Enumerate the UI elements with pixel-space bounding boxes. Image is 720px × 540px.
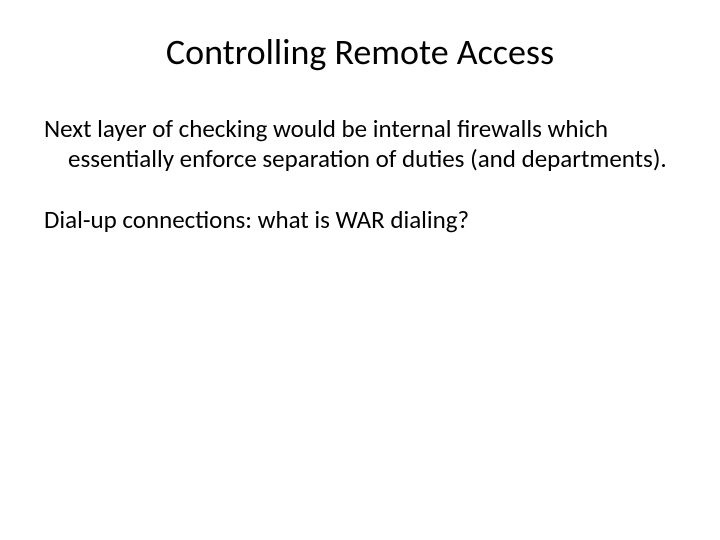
body-paragraph: Dial-up connections: what is WAR dialing… (44, 205, 676, 235)
slide-body: Next layer of checking would be internal… (0, 114, 720, 235)
slide: Controlling Remote Access Next layer of … (0, 30, 720, 540)
slide-title: Controlling Remote Access (0, 30, 720, 74)
body-paragraph: Next layer of checking would be internal… (44, 114, 676, 173)
